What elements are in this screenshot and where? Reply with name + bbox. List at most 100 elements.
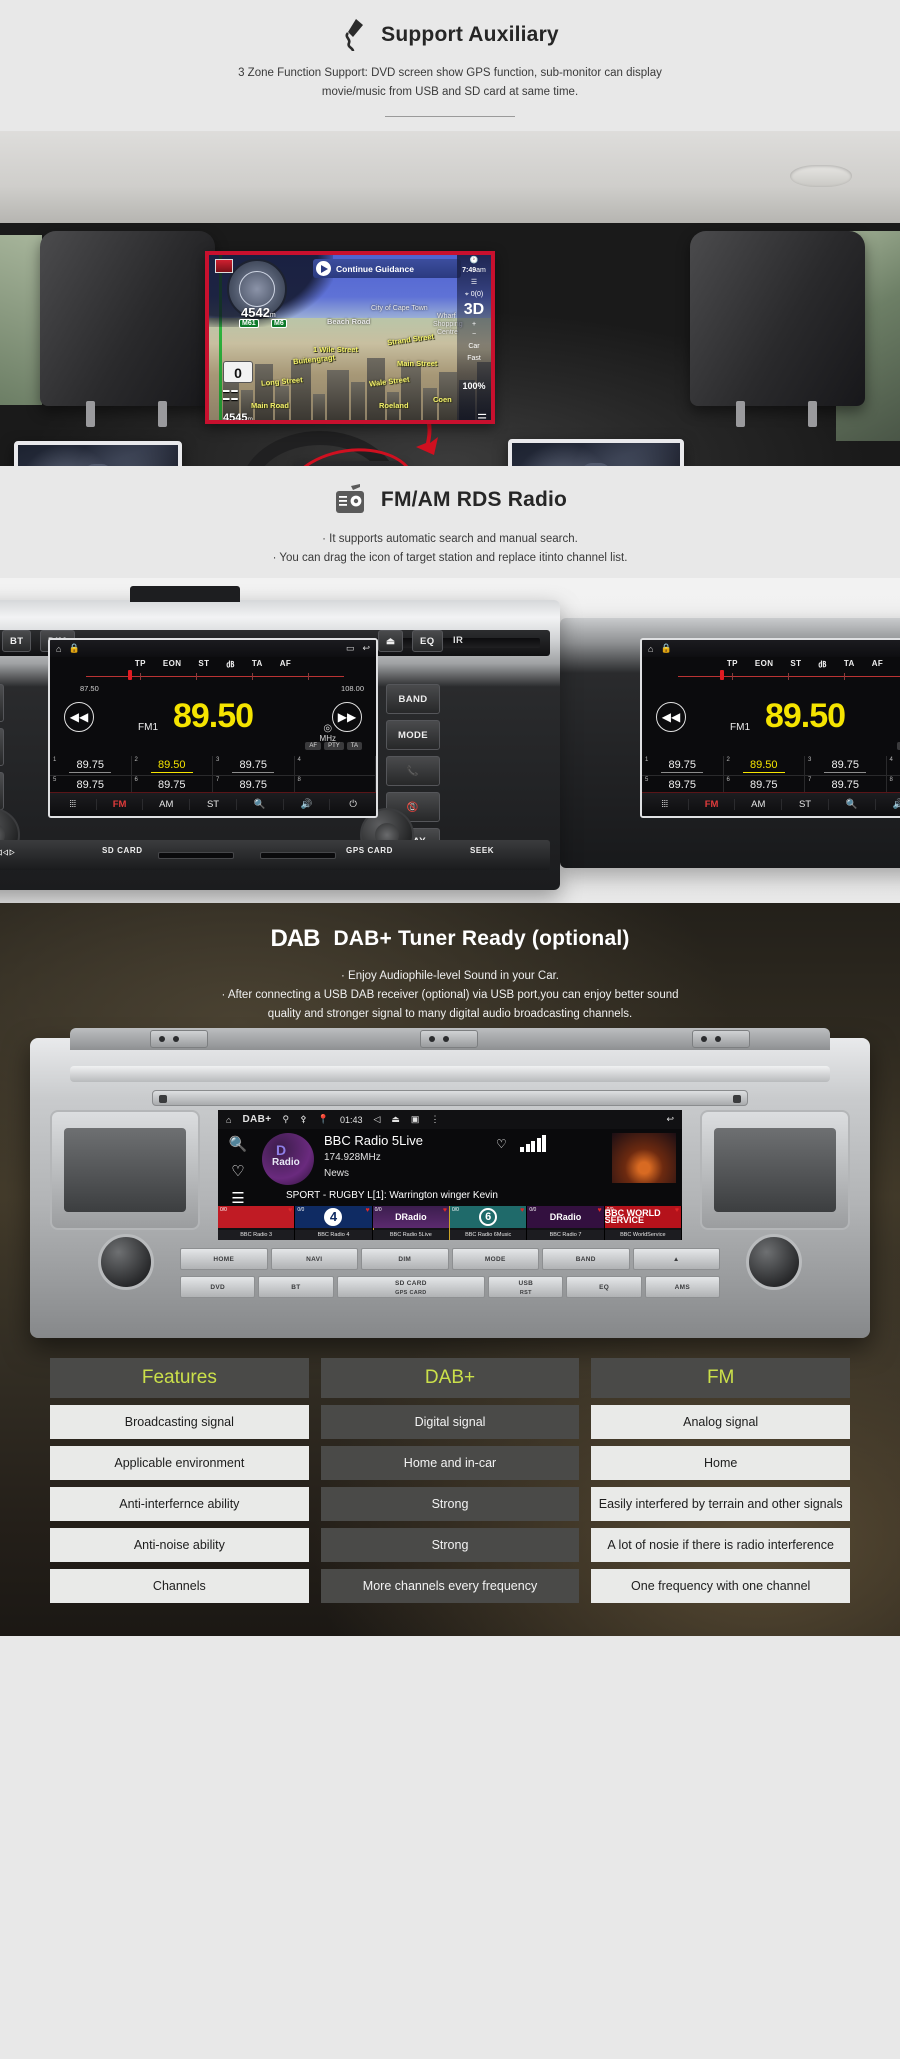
station-tiles: 0/0 ♥ BBC Radio 3 0/0 ♥ 4 BBC Radio 4 0/… [218,1206,682,1240]
band-am-button[interactable]: AM [143,799,191,810]
mode-button[interactable]: MODE [386,720,440,750]
navi-button[interactable]: NAVI [0,728,4,766]
preset-value[interactable]: 89.75 [213,779,294,791]
favorite-icon[interactable]: ♥ [597,1207,601,1214]
list-item[interactable]: 0/0 ♥ BBC WORLD SERVICE BBC WorldService [604,1206,682,1240]
preset-value[interactable]: 89.75 [642,779,723,791]
dab-tune-knob[interactable] [746,1234,802,1290]
dab-logo: DAB [270,925,320,952]
preset-value[interactable]: 89.75 [805,779,886,791]
favorite-icon[interactable]: ♥ [366,1207,370,1214]
ams-button[interactable]: AMS [644,1276,720,1298]
tile-caption: BBC WorldService [604,1230,681,1240]
tuning-bar-2[interactable] [678,676,900,677]
tag-pty[interactable]: PTY [324,742,344,750]
tuning-cursor[interactable] [128,670,132,680]
rds-flag-stereo: ㏈ [818,660,827,669]
preset-value[interactable]: 89.75 [642,759,723,771]
search-icon[interactable]: 🔍 [237,799,284,810]
mute-icon[interactable]: ◁ [373,1114,380,1125]
dab-volume-knob[interactable] [98,1234,154,1290]
home-icon[interactable]: ⌂ [648,644,653,654]
list-icon[interactable]: ☰ [231,1189,244,1207]
recent-apps-icon[interactable]: ▭ [346,643,355,654]
gps-distance-bottom-unit: m [247,416,253,423]
dvd-button[interactable]: DVD [180,1276,256,1298]
fm-description-line-1: · It supports automatic search and manua… [322,533,578,545]
route-shield-m61: M61 [239,319,259,328]
favorite-icon[interactable]: ♥ [443,1207,447,1214]
bt-button[interactable]: BT [258,1276,334,1298]
home-icon[interactable]: ⌂ [56,644,61,654]
eq-icon-2[interactable]: ⦙⦙⦙ [642,799,689,810]
gps-route-mode-2[interactable]: Fast [457,353,491,365]
band-am-button-2[interactable]: AM [735,799,783,810]
tag-ta[interactable]: TA [346,742,362,750]
dvd-button[interactable]: DVD [0,772,4,810]
eq-icon[interactable]: ⦙⦙⦙ [50,799,97,810]
power-icon[interactable]: ⏻ [330,799,376,810]
rewind-icon-2[interactable]: ◀◀ [656,702,686,732]
volume-icon-2[interactable]: 🔊 [876,799,900,810]
band-button[interactable]: BAND [542,1248,630,1270]
gps-view-mode[interactable]: 3D [457,301,491,319]
eq-button[interactable]: EQ [412,630,443,652]
screenshot-icon[interactable]: ▣ [411,1114,420,1125]
band-fm-button[interactable]: FM [97,799,144,810]
lock-icon[interactable]: 🔒 [68,643,79,654]
volume-icon[interactable]: 🔊 [284,799,331,810]
mode-button[interactable]: MODE [451,1248,539,1270]
gps-zoom-controls[interactable]: + − [457,319,491,341]
favorite-icon[interactable]: ♡ [496,1137,507,1151]
preset-value[interactable]: 89.75 [50,759,131,771]
gps-more-icon[interactable]: ☰ [477,412,487,420]
tuning-bar[interactable] [86,676,344,677]
eject-icon[interactable]: ⏏ [391,1114,400,1125]
favorite-icon[interactable]: ♥ [675,1207,679,1214]
preset-value[interactable]: 89.75 [132,779,213,791]
list-item[interactable]: 0/0 ♥ DRadio BBC Radio 5Live [372,1206,450,1240]
rear-monitor-left [14,441,182,466]
home-button[interactable]: HOME [0,684,4,722]
preset-value[interactable]: 89.50 [132,759,213,771]
stereo-button-2[interactable]: ST [782,799,829,810]
favorite-icon[interactable]: ♥ [520,1207,524,1214]
bt-button[interactable]: BT [2,630,32,652]
preset-value[interactable]: 89.50 [724,759,805,771]
dim-button[interactable]: DIM [361,1248,449,1270]
tuning-cursor-2[interactable] [720,670,724,680]
list-item[interactable]: 0/0 ♥ 4 BBC Radio 4 [295,1206,373,1240]
preset-value[interactable]: 89.75 [805,759,886,771]
continue-guidance-button[interactable]: Continue Guidance [313,259,461,278]
search-icon-2[interactable]: 🔍 [829,799,876,810]
eject-icon[interactable]: ▲ [632,1248,720,1270]
preset-value[interactable]: 89.75 [50,779,131,791]
fast-forward-icon[interactable]: ▶▶ [332,702,362,732]
list-item[interactable]: 0/0 ♥ DRadio BBC Radio 7 [527,1206,605,1240]
band-fm-button-2[interactable]: FM [689,799,736,810]
gps-route-mode-1[interactable]: Car [457,341,491,353]
home-icon[interactable]: ⌂ [226,1115,231,1125]
list-item[interactable]: 0/0 ♥ 6 BBC Radio 6Music [449,1206,528,1240]
search-icon[interactable]: 🔍 [229,1135,248,1153]
phone-pickup-icon[interactable]: 📞 [386,756,440,786]
preset-value[interactable]: 89.75 [213,759,294,771]
eject-icon[interactable]: ⏏ [378,630,404,652]
home-button[interactable]: HOME [180,1248,268,1270]
more-icon[interactable]: ⋮ [430,1114,439,1125]
tag-af[interactable]: AF [305,742,322,750]
list-item[interactable]: 0/0 ♥ BBC Radio 3 [218,1206,296,1240]
navi-button[interactable]: NAVI [270,1248,358,1270]
favorite-icon[interactable]: ♥ [288,1207,292,1214]
favorite-icon[interactable]: ♡ [231,1162,244,1180]
gps-menu-lines-icon[interactable]: ☰ [457,277,491,289]
back-icon[interactable]: ↩ [666,1114,674,1125]
band-button[interactable]: BAND [386,684,440,714]
rewind-icon[interactable]: ◀◀ [64,702,94,732]
preset-value[interactable]: 89.75 [724,779,805,791]
eq-button[interactable]: EQ [566,1276,642,1298]
continue-guidance-label: Continue Guidance [336,263,414,274]
stereo-button[interactable]: ST [190,799,237,810]
back-icon[interactable]: ↩ [362,643,370,654]
lock-icon[interactable]: 🔒 [660,643,671,654]
